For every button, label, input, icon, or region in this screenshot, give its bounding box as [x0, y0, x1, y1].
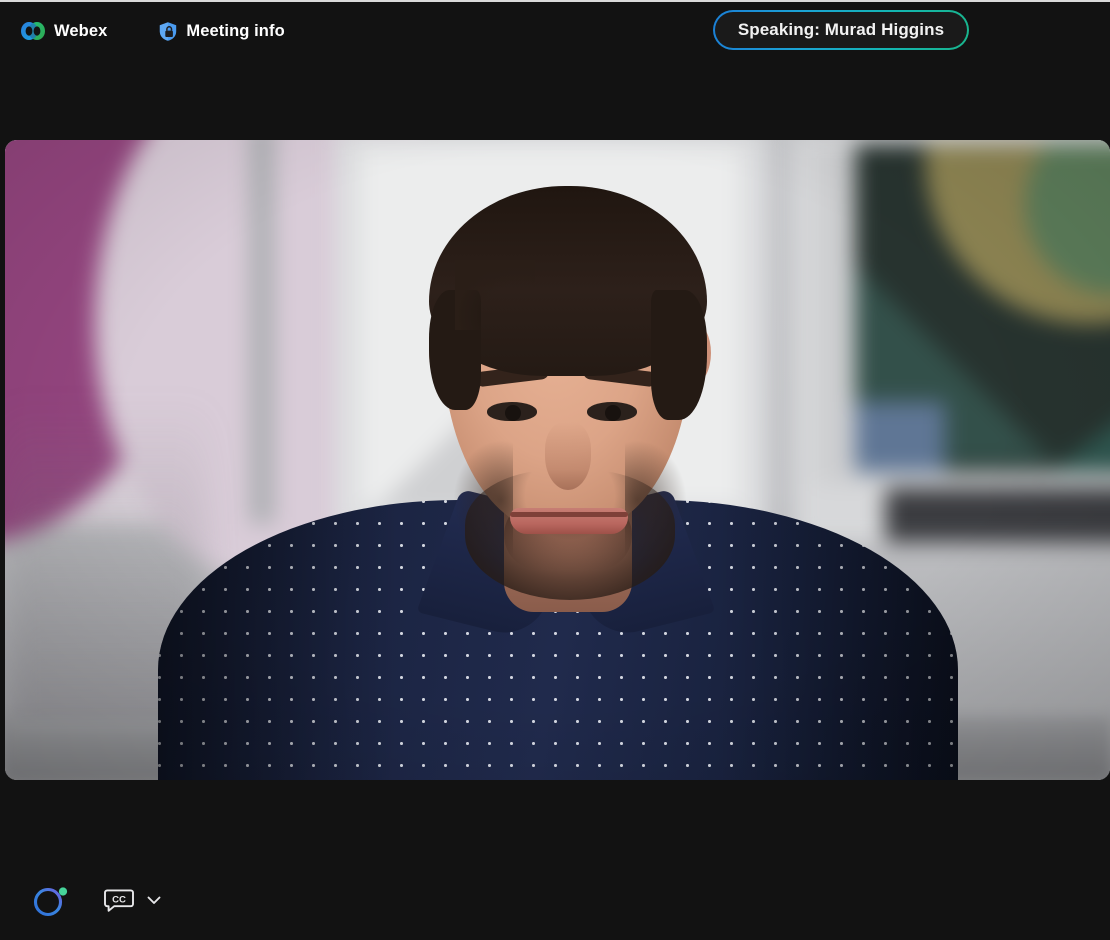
meeting-control-bar: CC [0, 860, 1110, 940]
ai-assistant-button[interactable] [26, 876, 74, 924]
meeting-info-button[interactable]: Meeting info [154, 14, 288, 48]
webex-brand[interactable]: Webex [16, 14, 111, 48]
meeting-stage [0, 60, 1110, 862]
webex-brand-label: Webex [54, 21, 108, 40]
chevron-down-icon[interactable] [144, 890, 164, 910]
assistant-ring-icon [33, 887, 68, 917]
cc-bubble-icon: CC [104, 886, 134, 914]
webex-meeting-window: Webex Meeting info Speaking: Murad Higgi… [0, 0, 1110, 940]
active-speaker-badge-inner: Speaking: Murad Higgins [715, 12, 967, 48]
meeting-info-label: Meeting info [186, 21, 285, 40]
closed-captions-button[interactable]: CC [98, 877, 170, 923]
meeting-header: Webex Meeting info Speaking: Murad Higgi… [0, 2, 1110, 60]
active-speaker-badge-label: Speaking: Murad Higgins [737, 20, 945, 39]
webex-logo-icon [20, 21, 46, 41]
shield-lock-icon [158, 21, 178, 42]
participant-figure [5, 140, 1110, 780]
control-bar-left-group: CC [26, 876, 170, 924]
active-speaker-video-tile[interactable] [5, 140, 1110, 780]
svg-text:CC: CC [112, 894, 126, 905]
active-speaker-badge: Speaking: Murad Higgins [713, 10, 969, 50]
